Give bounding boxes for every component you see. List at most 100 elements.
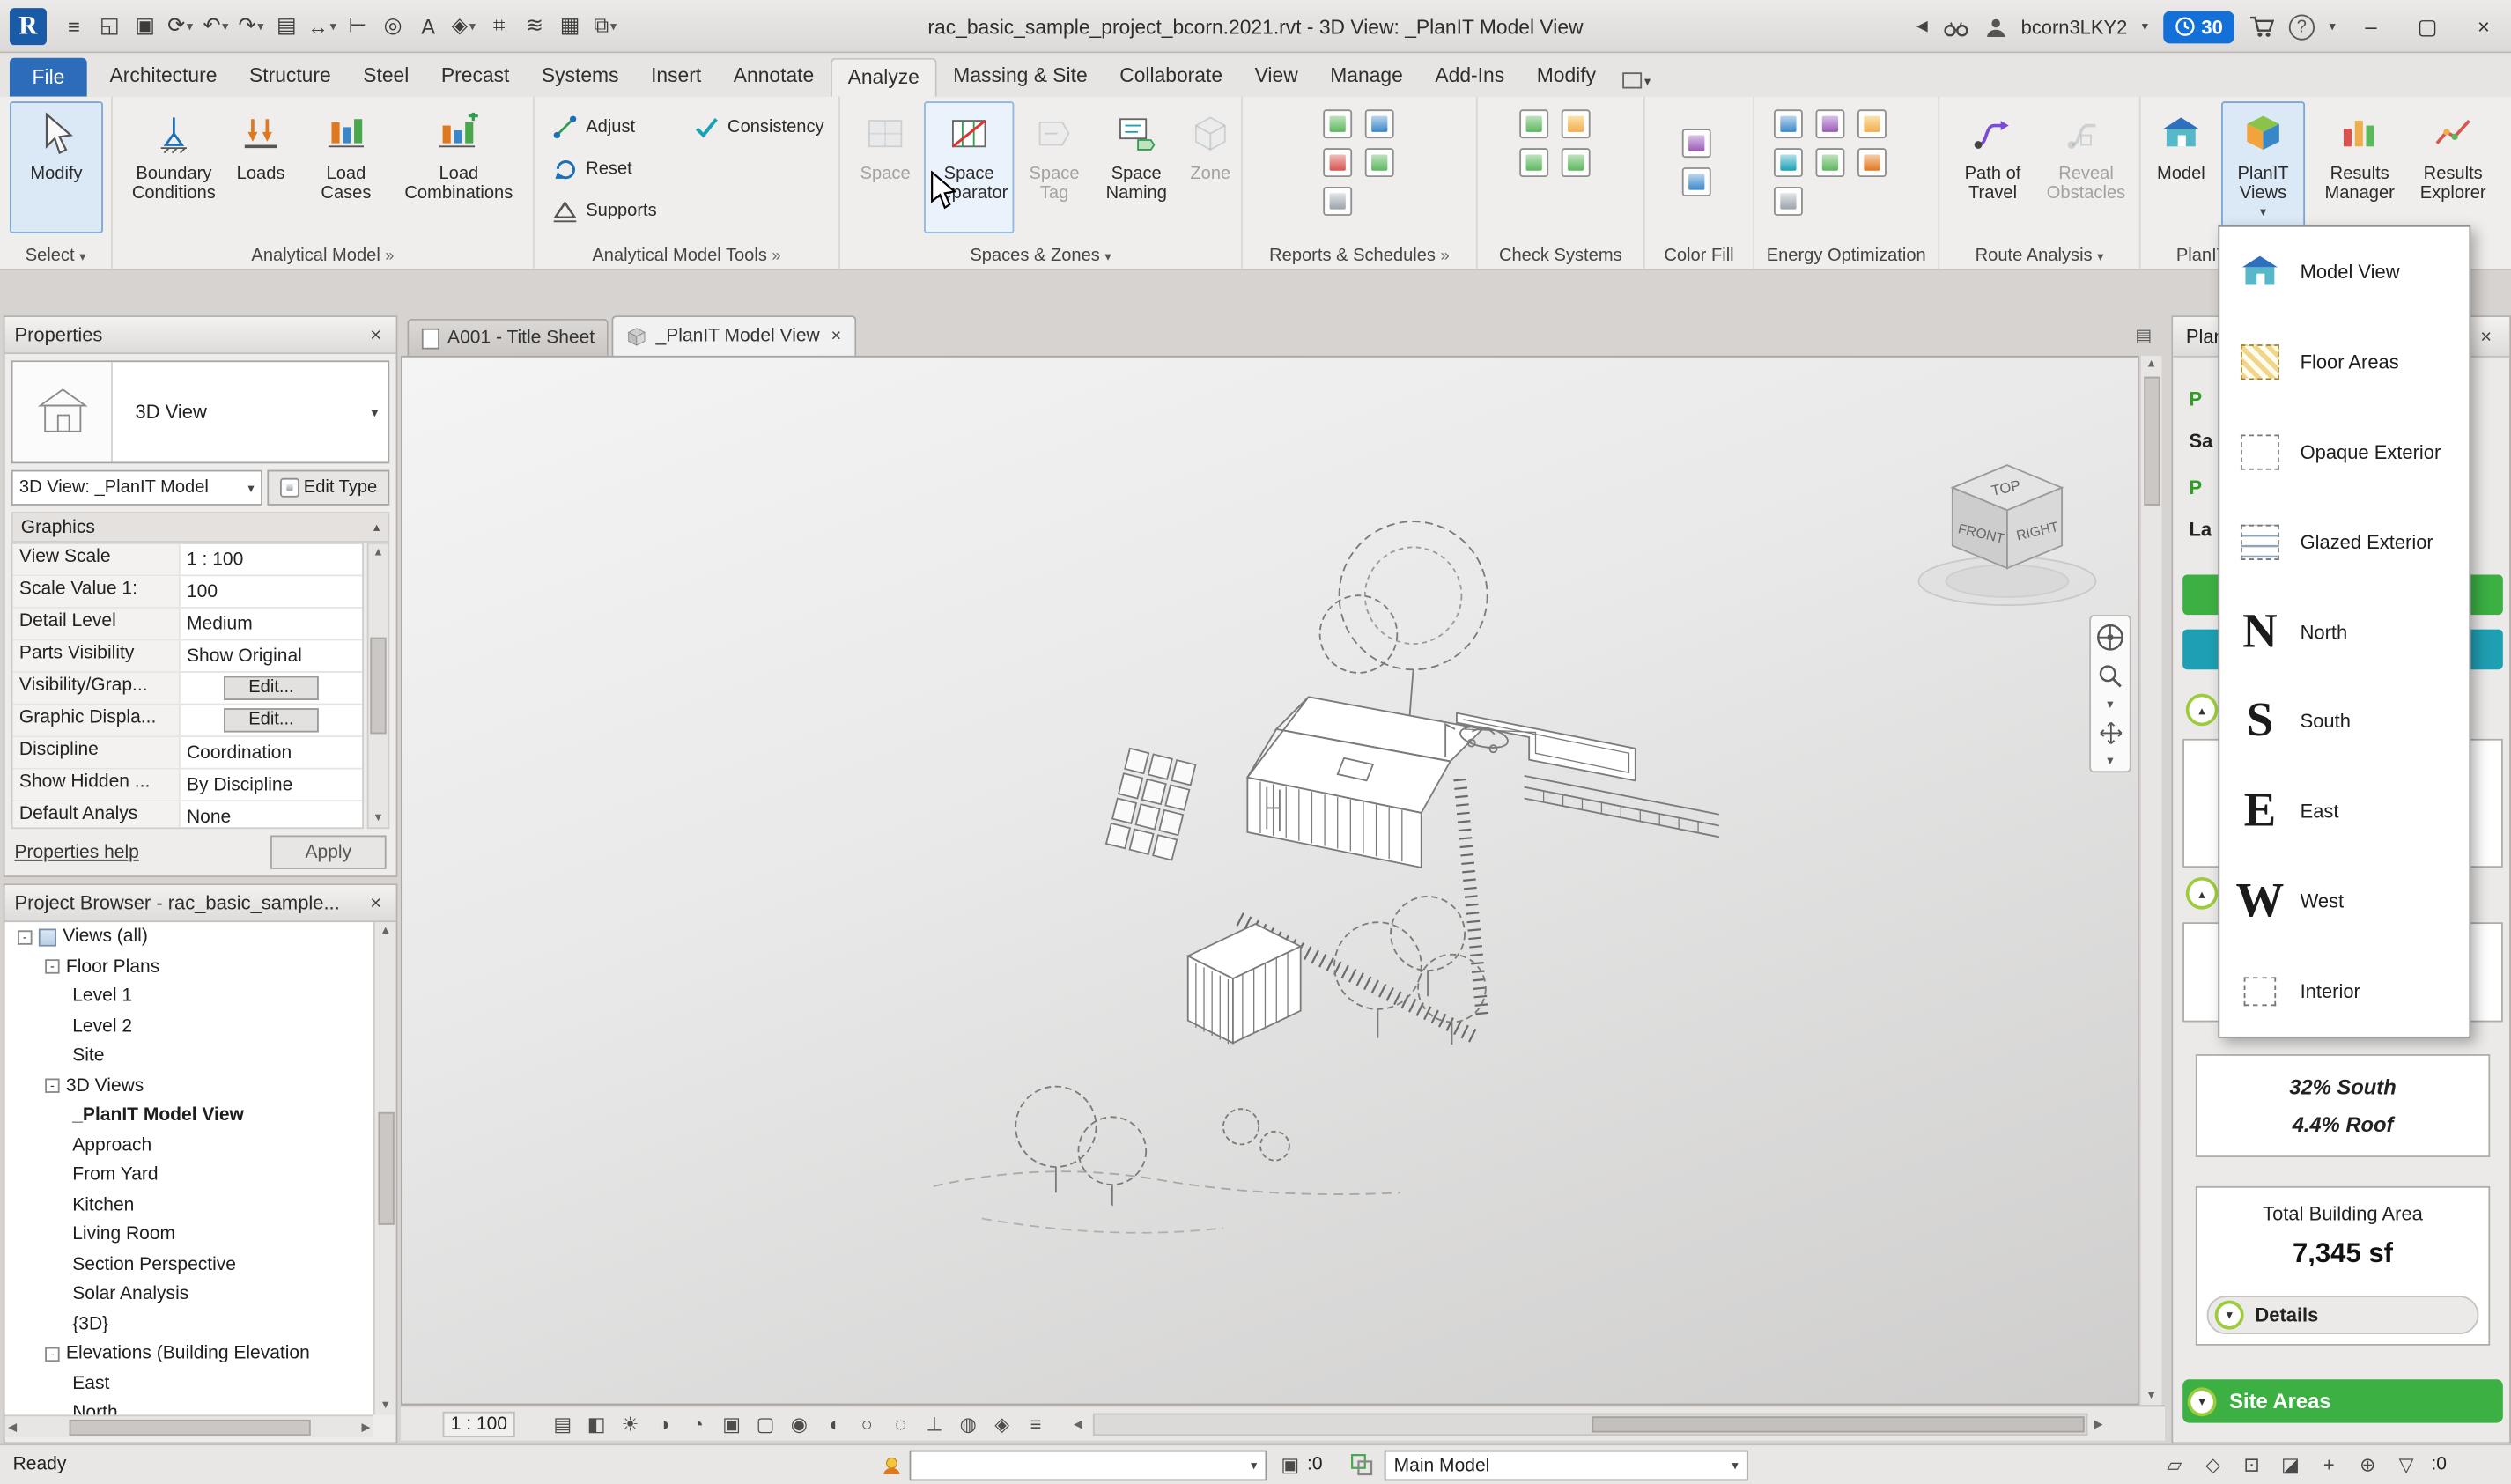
- navigation-wheel-icon[interactable]: [2095, 620, 2124, 655]
- duct-legend-icon[interactable]: [1682, 129, 1711, 158]
- ribbon-tab-insert[interactable]: Insert: [635, 58, 718, 97]
- boundary-conditions-button[interactable]: Boundary Conditions: [129, 101, 218, 233]
- caret-down-icon[interactable]: ▾: [187, 18, 193, 33]
- tree-item-east[interactable]: East: [4, 1369, 373, 1399]
- ribbon-tab-add-ins[interactable]: Add-Ins: [1419, 58, 1520, 97]
- trial-days-badge[interactable]: 30: [2163, 11, 2234, 43]
- user-icon[interactable]: [1984, 15, 2007, 38]
- space-tag-button[interactable]: Space Tag: [1021, 101, 1089, 233]
- scroll-thumb[interactable]: [370, 638, 386, 735]
- view-cube[interactable]: TOP FRONT RIGHT: [1908, 446, 2109, 623]
- caret-down-icon[interactable]: ▾: [610, 18, 617, 33]
- ribbon-tab-modify[interactable]: Modify: [1520, 58, 1612, 97]
- ribbon-tab-precast[interactable]: Precast: [425, 58, 526, 97]
- ribbon-tab-massing-site[interactable]: Massing & Site: [937, 58, 1104, 97]
- detail-level-icon[interactable]: ▤: [549, 1410, 576, 1437]
- property-value[interactable]: Show Original: [181, 640, 363, 671]
- tree-item-site[interactable]: Site: [4, 1041, 373, 1071]
- select-underlay-icon[interactable]: ◇: [2199, 1451, 2227, 1478]
- load-combinations-button[interactable]: Load Combinations: [396, 101, 522, 233]
- scroll-thumb[interactable]: [2143, 377, 2159, 506]
- panel-label-spaces-zones[interactable]: Spaces & Zones▾: [840, 247, 1241, 266]
- redo-icon[interactable]: ↷▾: [235, 8, 268, 43]
- property-value[interactable]: None: [181, 801, 363, 829]
- site-areas-header[interactable]: ▾ Site Areas: [2182, 1379, 2503, 1422]
- check-circuits-icon[interactable]: [1519, 109, 1548, 138]
- pipe-legend-icon[interactable]: [1682, 167, 1711, 196]
- switch-windows-icon[interactable]: ⧉▾: [589, 8, 622, 43]
- space-separator-button[interactable]: Space Separator: [924, 101, 1014, 233]
- property-value[interactable]: Coordination: [181, 737, 363, 768]
- search-icon[interactable]: [1942, 15, 1969, 38]
- canvas-hscroll-right-icon[interactable]: ▶: [2094, 1417, 2103, 1430]
- default-3d-view-icon[interactable]: ◈▾: [447, 8, 480, 43]
- scroll-thumb[interactable]: [69, 1419, 310, 1435]
- space-naming-button[interactable]: Space Naming: [1095, 101, 1178, 233]
- ribbon-tab-manage[interactable]: Manage: [1314, 58, 1419, 97]
- tree-item-solar-analysis[interactable]: Solar Analysis: [4, 1280, 373, 1310]
- adjust-button[interactable]: Adjust: [547, 109, 676, 144]
- ribbon-tab-annotate[interactable]: Annotate: [717, 58, 830, 97]
- check-duct-systems-icon[interactable]: [1519, 148, 1548, 177]
- ribbon-tab-view[interactable]: View: [1238, 58, 1314, 97]
- type-selector-caret-icon[interactable]: ▾: [371, 403, 388, 421]
- shadows-icon[interactable]: ◑: [650, 1410, 677, 1437]
- property-value[interactable]: 1 : 100: [181, 544, 363, 575]
- view-scale-button[interactable]: 1 : 100: [443, 1411, 516, 1436]
- sync-icon[interactable]: ⟳▾: [164, 8, 196, 43]
- tree-expander-icon[interactable]: -: [45, 1347, 59, 1361]
- canvas-hscrollbar[interactable]: [1093, 1414, 2087, 1436]
- visual-style-icon[interactable]: ◧: [583, 1410, 610, 1437]
- text-icon[interactable]: A: [412, 8, 445, 43]
- systems-analysis-icon[interactable]: [1774, 187, 1803, 216]
- material-takeoff-icon[interactable]: [1365, 109, 1394, 138]
- canvas-hscroll-left-icon[interactable]: ◀: [1074, 1417, 1082, 1430]
- menu-item-glazed-exterior[interactable]: Glazed Exterior: [2219, 497, 2469, 587]
- caret-down-icon[interactable]: ▾: [469, 18, 476, 33]
- energy-settings-icon[interactable]: [1815, 109, 1844, 138]
- property-value[interactable]: 100: [181, 576, 363, 607]
- property-value[interactable]: By Discipline: [181, 770, 363, 801]
- tree-item-level-2[interactable]: Level 2: [4, 1012, 373, 1042]
- zone-button[interactable]: Zone: [1185, 101, 1236, 233]
- temporary-hide-isolate-icon[interactable]: ◖: [819, 1410, 846, 1437]
- note-block-icon[interactable]: [1365, 148, 1394, 177]
- ribbon-tab-file[interactable]: File: [10, 58, 87, 97]
- ribbon-tab-steel[interactable]: Steel: [347, 58, 425, 97]
- scroll-thumb[interactable]: [378, 1112, 394, 1225]
- show-crop-region-icon[interactable]: ▢: [751, 1410, 779, 1437]
- pan-icon[interactable]: [2098, 714, 2122, 749]
- property-value[interactable]: Edit...: [181, 673, 363, 704]
- ribbon-tab-architecture[interactable]: Architecture: [93, 58, 233, 97]
- property-value[interactable]: Medium: [181, 609, 363, 639]
- check-pipe-systems-icon[interactable]: [1562, 148, 1591, 177]
- analyze-energy-icon[interactable]: [1774, 148, 1803, 177]
- worksets-combo[interactable]: ▾: [910, 1451, 1267, 1481]
- lighting-analysis-icon[interactable]: [1857, 148, 1887, 177]
- project-browser-close-icon[interactable]: ×: [366, 891, 387, 914]
- view-tab-title-sheet[interactable]: A001 - Title Sheet: [407, 319, 609, 356]
- minimize-button[interactable]: –: [2350, 7, 2392, 46]
- design-options-combo[interactable]: Main Model▾: [1385, 1451, 1748, 1481]
- location-icon[interactable]: [1774, 109, 1803, 138]
- ribbon-tab-analyze[interactable]: Analyze: [831, 58, 938, 97]
- graphics-section-header[interactable]: Graphics▴: [11, 512, 389, 543]
- close-inactive-views-icon[interactable]: ▦: [554, 8, 587, 43]
- render-dialog-icon[interactable]: ◔: [684, 1410, 712, 1437]
- reveal-hidden-elements-icon[interactable]: ○: [853, 1410, 881, 1437]
- snap-settings-icon[interactable]: ⊕: [2354, 1451, 2382, 1478]
- crop-view-icon[interactable]: ▣: [718, 1410, 745, 1437]
- ribbon-tab-collaborate[interactable]: Collaborate: [1104, 58, 1238, 97]
- app-menu-icon[interactable]: ≡: [58, 8, 91, 43]
- create-energy-model-icon[interactable]: [1857, 109, 1887, 138]
- save-icon[interactable]: ▣: [129, 8, 161, 43]
- revit-logo[interactable]: R: [10, 8, 47, 45]
- user-menu-caret-icon[interactable]: ▾: [2142, 19, 2148, 33]
- tree-item-floor-plans[interactable]: -Floor Plans: [4, 952, 373, 982]
- sheet-list-icon[interactable]: [1323, 148, 1352, 177]
- tree-expander-icon[interactable]: -: [45, 1079, 59, 1093]
- help-menu-caret-icon[interactable]: ▾: [2329, 19, 2335, 33]
- thin-lines-icon[interactable]: ≋: [519, 8, 551, 43]
- tree-item-views-all[interactable]: -Views (all): [4, 922, 373, 952]
- worksharing-display-icon[interactable]: ≡: [1023, 1410, 1050, 1437]
